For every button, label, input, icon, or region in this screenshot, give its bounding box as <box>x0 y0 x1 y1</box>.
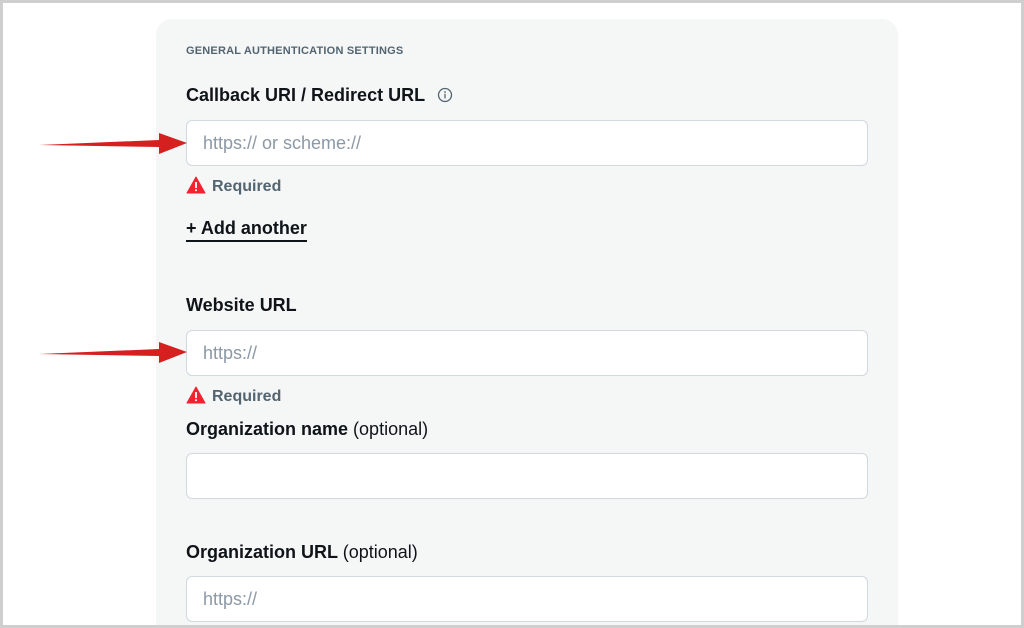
organization-url-label: Organization URL (optional) <box>186 542 418 563</box>
organization-name-input[interactable] <box>186 453 868 499</box>
screenshot-frame: GENERAL AUTHENTICATION SETTINGS Callback… <box>0 0 1024 628</box>
callback-url-label: Callback URI / Redirect URL <box>186 85 453 106</box>
website-url-error-text: Required <box>212 388 282 405</box>
red-arrow-icon <box>39 342 187 363</box>
organization-name-label: Organization name (optional) <box>186 419 428 440</box>
organization-name-label-text: Organization name <box>186 419 349 439</box>
organization-url-input[interactable] <box>186 576 868 622</box>
callback-url-label-text: Callback URI / Redirect URL <box>186 85 426 105</box>
callback-url-error: Required <box>186 176 281 196</box>
warning-triangle-icon <box>186 176 206 194</box>
section-title: GENERAL AUTHENTICATION SETTINGS <box>186 45 404 57</box>
red-arrow-icon <box>39 133 187 154</box>
website-url-label-text: Website URL <box>186 295 297 315</box>
callback-url-input[interactable] <box>186 120 868 166</box>
warning-triangle-icon <box>186 386 206 404</box>
auth-settings-panel <box>156 19 898 625</box>
website-url-error: Required <box>186 386 281 406</box>
add-another-button[interactable]: + Add another <box>186 218 307 242</box>
optional-hint: (optional) <box>342 542 418 562</box>
info-icon[interactable] <box>437 87 453 103</box>
organization-url-label-text: Organization URL <box>186 542 338 562</box>
website-url-input[interactable] <box>186 330 868 376</box>
website-url-label: Website URL <box>186 295 297 316</box>
callback-url-error-text: Required <box>212 178 282 195</box>
optional-hint: (optional) <box>353 419 429 439</box>
